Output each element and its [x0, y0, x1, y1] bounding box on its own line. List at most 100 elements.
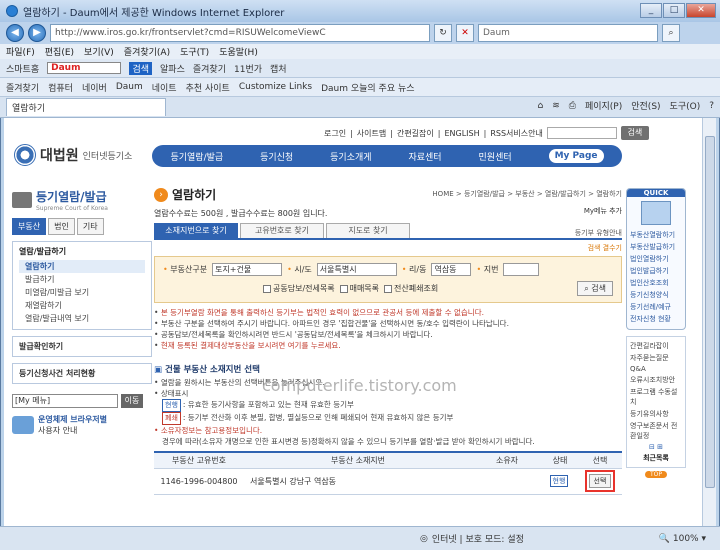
back-button[interactable]: ◀: [6, 24, 24, 42]
note-4[interactable]: • 현재 등록된 결제대상부동산을 보시려면 여기를 누르세요.: [154, 340, 622, 351]
top-search-button[interactable]: 검색: [620, 126, 649, 140]
toolbar-favorites[interactable]: 즐겨찾기: [193, 62, 226, 75]
quick-link-8[interactable]: 전자신청 현황: [627, 313, 685, 325]
trade-checkbox[interactable]: [339, 284, 348, 293]
tab-by-address[interactable]: 소재지번으로 찾기: [154, 223, 238, 238]
sidebar-item-unviewed[interactable]: 미열람/미발급 보기: [19, 286, 145, 299]
help-item-7[interactable]: 영구보존문서 전환일정: [630, 420, 682, 442]
safety-menu[interactable]: 안전(S): [631, 99, 660, 112]
browser-guide[interactable]: 운영체제 브라우저별 사용자 안내: [12, 414, 152, 436]
address-bar[interactable]: http://www.iros.go.kr/frontservlet?cmd=R…: [50, 24, 430, 42]
guide-link[interactable]: 간편길잡이: [397, 128, 434, 139]
arrows-icon[interactable]: ⊟ ⊞: [630, 442, 682, 452]
help-icon[interactable]: ?: [709, 101, 714, 111]
fav-daum-news[interactable]: Daum 오늘의 주요 뉴스: [321, 81, 414, 94]
tools-menu[interactable]: 도구(O): [670, 99, 701, 112]
login-link[interactable]: 로그인: [324, 128, 346, 139]
menu-favorites[interactable]: 즐겨찾기(A): [124, 45, 170, 58]
zoom-control[interactable]: 🔍 100% ▾: [659, 534, 706, 544]
registry-type-guide[interactable]: 등기부 유형안내: [575, 228, 622, 238]
menu-help[interactable]: 도움말(H): [219, 45, 258, 58]
toolbar-capture[interactable]: 캡처: [270, 62, 287, 75]
quick-link-1[interactable]: 부동산열람하기: [627, 229, 685, 241]
top-search-input[interactable]: [546, 127, 617, 139]
fav-suggested[interactable]: 추천 사이트: [186, 81, 230, 94]
gnav-intro[interactable]: 등기소개게: [330, 150, 371, 163]
quick-link-7[interactable]: 등기선례/예규: [627, 301, 685, 313]
rss-link[interactable]: RSS서비스안내: [490, 128, 543, 139]
collateral-checkbox[interactable]: [263, 284, 271, 293]
quick-link-2[interactable]: 부동산발급하기: [627, 241, 685, 253]
stop-icon[interactable]: ✕: [456, 24, 474, 42]
scroll-thumb[interactable]: [705, 136, 715, 488]
page-menu[interactable]: 페이지(P): [585, 99, 622, 112]
fav-star[interactable]: 즐겨찾기: [6, 81, 39, 94]
forward-button[interactable]: ▶: [28, 24, 46, 42]
sidebar-item-view[interactable]: 열람하기: [19, 260, 145, 273]
sidebar-menu-title[interactable]: 열람/발급하기: [19, 246, 145, 257]
search-toggle[interactable]: 검색 결수기: [154, 243, 622, 253]
browser-tab[interactable]: 열람하기: [6, 98, 166, 116]
gnav-mypage[interactable]: My Page: [548, 149, 604, 163]
search-button[interactable]: ⌕ 검색: [577, 281, 613, 296]
close-button[interactable]: ✕: [686, 3, 716, 18]
fav-computer[interactable]: 컴퓨터: [48, 81, 73, 94]
fav-naver[interactable]: 네이버: [82, 81, 107, 94]
tab-by-id[interactable]: 고유번호로 찾기: [240, 223, 324, 238]
menu-edit[interactable]: 편집(E): [45, 45, 74, 58]
recent-list[interactable]: 최근목록: [630, 452, 682, 464]
quick-link-4[interactable]: 법인발급하기: [627, 265, 685, 277]
fav-nate[interactable]: 네이트: [152, 81, 177, 94]
sidebar-item-review[interactable]: 재열람하기: [19, 299, 145, 312]
toolbar-alpas[interactable]: 알파스: [160, 62, 185, 75]
help-item-2[interactable]: 자주묻는질문: [630, 352, 682, 364]
search-box[interactable]: Daum: [478, 24, 658, 42]
my-menu-go-button[interactable]: 이동: [121, 394, 143, 408]
sidebar-issue-check[interactable]: 발급확인하기: [12, 336, 152, 357]
english-link[interactable]: ENGLISH: [444, 129, 479, 138]
print-icon[interactable]: ⎙: [569, 101, 576, 111]
gnav-civil[interactable]: 민원센터: [479, 150, 512, 163]
help-item-3[interactable]: Q&A: [630, 364, 682, 374]
quick-link-3[interactable]: 법인열람하기: [627, 253, 685, 265]
closed-checkbox[interactable]: [384, 284, 393, 293]
feed-icon[interactable]: ≋: [552, 101, 560, 111]
refresh-icon[interactable]: ↻: [434, 24, 452, 42]
home-icon[interactable]: ⌂: [537, 101, 543, 111]
dong-input[interactable]: 역삼동: [431, 263, 472, 276]
toolbar-11st[interactable]: 11번가: [234, 62, 262, 75]
my-menu-select[interactable]: [My 메뉴]: [12, 394, 118, 408]
gnav-apply[interactable]: 등기신청: [260, 150, 293, 163]
maximize-button[interactable]: □: [663, 3, 685, 18]
sidebar-item-history[interactable]: 열람/발급내역 보기: [19, 312, 145, 325]
tab-by-map[interactable]: 지도로 찾기: [326, 223, 410, 238]
type-select[interactable]: 토지+건물: [212, 263, 283, 276]
check-collateral[interactable]: 공동담보/전세목록: [263, 283, 335, 294]
help-item-1[interactable]: 간편길라잡이: [630, 340, 682, 352]
gnav-resources[interactable]: 자료센터: [408, 150, 441, 163]
select-button[interactable]: 선택: [588, 474, 612, 488]
search-icon[interactable]: ⌕: [662, 24, 680, 42]
jibun-input[interactable]: [503, 263, 540, 276]
help-item-5[interactable]: 프로그램 수동설치: [630, 386, 682, 408]
quick-link-5[interactable]: 법인산호조회: [627, 277, 685, 289]
fav-customize[interactable]: Customize Links: [239, 82, 312, 92]
help-item-4[interactable]: 오류시조치방안: [630, 374, 682, 386]
menu-tools[interactable]: 도구(T): [180, 45, 209, 58]
minimize-button[interactable]: _: [640, 3, 662, 18]
toolbar-search[interactable]: 검색: [129, 61, 153, 75]
menu-file[interactable]: 파일(F): [6, 45, 35, 58]
gnav-view-issue[interactable]: 등기열람/발급: [170, 150, 223, 163]
tab-corporation[interactable]: 법인: [48, 218, 75, 235]
sidebar-item-issue[interactable]: 발급하기: [19, 273, 145, 286]
top-button[interactable]: TOP: [645, 471, 667, 478]
sidebar-case-status[interactable]: 등기신청사건 처리현황: [12, 363, 152, 384]
tab-realestate[interactable]: 부동산: [12, 218, 47, 235]
check-trade[interactable]: 매매목록: [339, 283, 379, 294]
city-select[interactable]: 서울특별시: [316, 263, 397, 276]
tab-other[interactable]: 기타: [76, 218, 104, 235]
quick-link-6[interactable]: 등기신청양식: [627, 289, 685, 301]
toolbar-smarthome[interactable]: 스마트홈: [6, 62, 39, 75]
check-closed[interactable]: 전산폐쇄조회: [384, 283, 438, 294]
menu-view[interactable]: 보기(V): [84, 45, 114, 58]
